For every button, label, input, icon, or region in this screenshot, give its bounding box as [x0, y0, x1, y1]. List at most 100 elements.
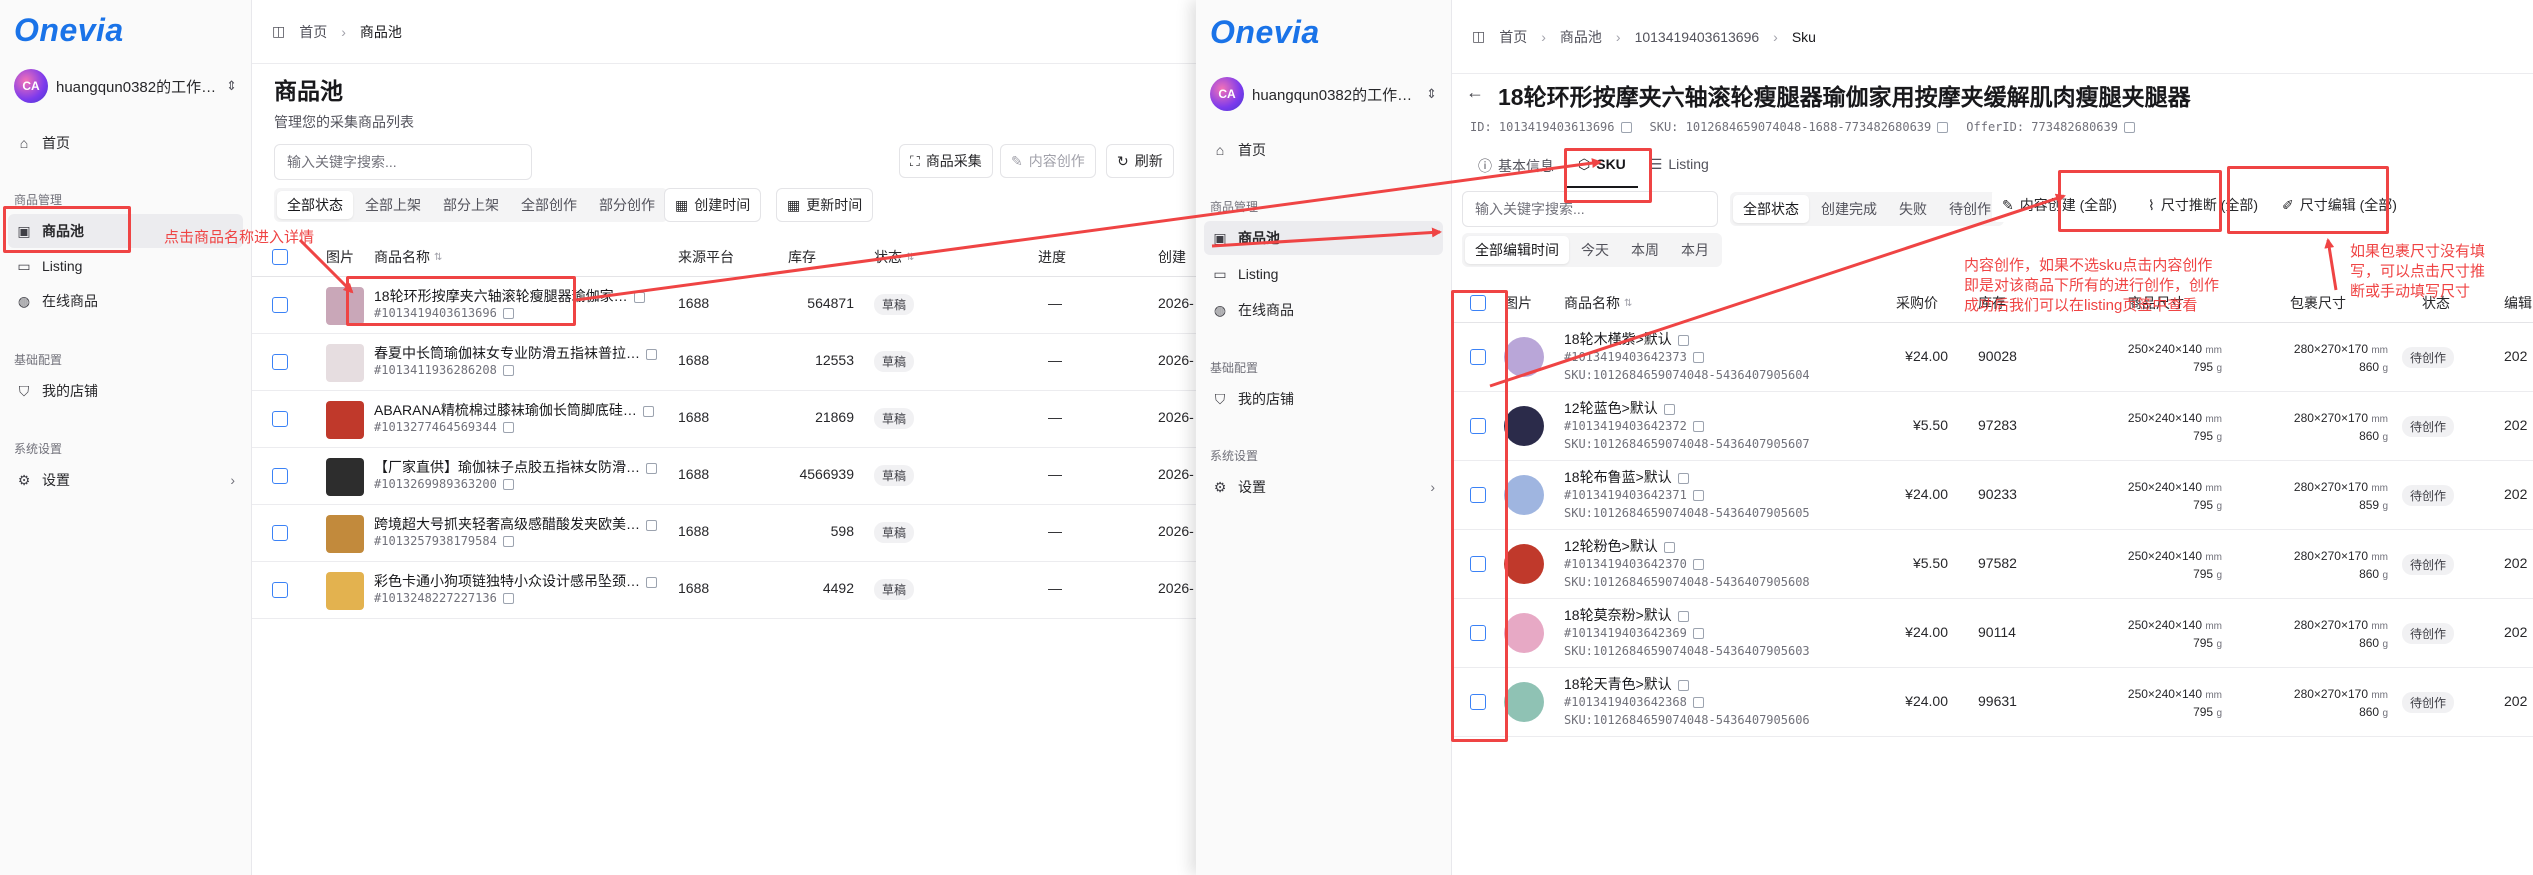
copy-icon[interactable]: [502, 422, 514, 433]
product-name-link[interactable]: 【厂家直供】瑜伽袜子点胶五指袜女防滑…: [374, 457, 662, 477]
search-input[interactable]: [274, 144, 532, 180]
breadcrumb-home[interactable]: 首页: [299, 22, 327, 42]
checkbox[interactable]: [272, 411, 288, 427]
created-time-filter[interactable]: ▦ 创建时间: [664, 188, 762, 222]
tab-this-week[interactable]: 本周: [1621, 236, 1669, 264]
copy-icon[interactable]: [1677, 610, 1689, 622]
tab-all-status[interactable]: 全部状态: [277, 191, 353, 219]
table-row[interactable]: 12轮粉色>默认 #1013419403642370 SKU:10126846590…: [1452, 530, 2533, 599]
collect-button[interactable]: ⛶ 商品采集: [899, 144, 993, 178]
copy-icon[interactable]: [1677, 334, 1689, 346]
content-create-button[interactable]: ✎ 内容创作: [1000, 144, 1096, 178]
tab-partial-created[interactable]: 部分创作: [589, 191, 665, 219]
tab-basic-info[interactable]: ⓘ 基本信息: [1466, 144, 1566, 188]
copy-icon[interactable]: [2123, 122, 2135, 133]
sidebar-item-my-store[interactable]: ⛉ 我的店铺: [1204, 382, 1443, 416]
row-checkbox[interactable]: [272, 582, 288, 598]
table-row[interactable]: 跨境超大号抓夹轻奢高级感醋酸发夹欧美… #1013257938179584 1688…: [252, 505, 1196, 562]
breadcrumb-product[interactable]: 1013419403613696: [1635, 29, 1760, 45]
product-name-link[interactable]: ABARANA精梳棉过膝袜瑜伽长筒脚底硅…: [374, 400, 662, 420]
table-row[interactable]: 12轮蓝色>默认 #1013419403642372 SKU:10126846590…: [1452, 392, 2533, 461]
copy-icon[interactable]: [633, 291, 645, 303]
table-row[interactable]: 18轮布鲁蓝>默认 #1013419403642371 SKU:1012684659…: [1452, 461, 2533, 530]
sidebar-item-home[interactable]: ⌂ 首页: [1204, 133, 1443, 167]
copy-icon[interactable]: [1663, 403, 1675, 415]
copy-icon[interactable]: [1692, 559, 1704, 570]
tab-all-time[interactable]: 全部编辑时间: [1465, 236, 1569, 264]
table-row[interactable]: 春夏中长筒瑜伽袜女专业防滑五指袜普拉… #1013411936286208 1688…: [252, 334, 1196, 391]
breadcrumb-pool[interactable]: 商品池: [1560, 27, 1602, 47]
sidebar-toggle-icon[interactable]: ◫: [272, 23, 285, 40]
updated-time-filter[interactable]: ▦ 更新时间: [776, 188, 874, 222]
table-row[interactable]: 18轮天青色>默认 #1013419403642368 SKU:1012684659…: [1452, 668, 2533, 737]
checkbox[interactable]: [272, 297, 288, 313]
tab-this-month[interactable]: 本月: [1671, 236, 1719, 264]
column-status[interactable]: 状态 ⇅: [874, 237, 914, 277]
table-row[interactable]: 18轮木槿紫>默认 #1013419403642373 SKU:1012684659…: [1452, 323, 2533, 392]
tab-all-status[interactable]: 全部状态: [1733, 195, 1809, 223]
sidebar-toggle-icon[interactable]: ◫: [1472, 28, 1485, 45]
copy-icon[interactable]: [1692, 421, 1704, 432]
sidebar-item-online[interactable]: ◍ 在线商品: [1204, 293, 1443, 327]
product-name-cell[interactable]: 【厂家直供】瑜伽袜子点胶五指袜女防滑… #1013269989363200: [374, 457, 662, 491]
copy-icon[interactable]: [1692, 628, 1704, 639]
copy-icon[interactable]: [1620, 122, 1632, 133]
copy-icon[interactable]: [642, 405, 654, 417]
product-name-link[interactable]: 春夏中长筒瑜伽袜女专业防滑五指袜普拉…: [374, 343, 662, 363]
row-checkbox[interactable]: [272, 525, 288, 541]
tab-failed[interactable]: 失败: [1889, 195, 1937, 223]
workspace-switcher[interactable]: CA huangqun0382的工作… ⇕: [1204, 74, 1443, 114]
checkbox[interactable]: [272, 468, 288, 484]
copy-icon[interactable]: [1677, 472, 1689, 484]
checkbox[interactable]: [272, 582, 288, 598]
workspace-switcher[interactable]: CA huangqun0382的工作… ⇕: [8, 66, 243, 106]
tab-all-listed[interactable]: 全部上架: [355, 191, 431, 219]
copy-icon[interactable]: [502, 479, 514, 490]
breadcrumb-home[interactable]: 首页: [1499, 27, 1527, 47]
copy-icon[interactable]: [1692, 697, 1704, 708]
sidebar-item-listing[interactable]: ▭ Listing: [8, 249, 243, 283]
copy-icon[interactable]: [646, 348, 657, 360]
row-checkbox[interactable]: [272, 468, 288, 484]
row-checkbox[interactable]: [272, 411, 288, 427]
checkbox[interactable]: [272, 525, 288, 541]
checkbox[interactable]: [272, 354, 288, 370]
product-name-cell[interactable]: 春夏中长筒瑜伽袜女专业防滑五指袜普拉… #1013411936286208: [374, 343, 662, 377]
sidebar-item-listing[interactable]: ▭ Listing: [1204, 257, 1443, 291]
product-name-link[interactable]: 彩色卡通小狗项链独特小众设计感吊坠颈…: [374, 571, 662, 591]
tab-partial-listed[interactable]: 部分上架: [433, 191, 509, 219]
copy-icon[interactable]: [1692, 490, 1704, 501]
sidebar-item-home[interactable]: ⌂ 首页: [8, 126, 243, 160]
copy-icon[interactable]: [1937, 122, 1949, 133]
column-name[interactable]: 商品名称 ⇅: [1564, 283, 1632, 323]
back-arrow-icon[interactable]: ←: [1466, 82, 1484, 103]
tab-today[interactable]: 今天: [1571, 236, 1619, 264]
copy-icon[interactable]: [502, 365, 514, 376]
table-row[interactable]: ABARANA精梳棉过膝袜瑜伽长筒脚底硅… #1013277464569344 16…: [252, 391, 1196, 448]
copy-icon[interactable]: [646, 576, 657, 588]
product-name-cell[interactable]: 跨境超大号抓夹轻奢高级感醋酸发夹欧美… #1013257938179584: [374, 514, 662, 548]
copy-icon[interactable]: [502, 536, 514, 547]
tab-created[interactable]: 创建完成: [1811, 195, 1887, 223]
product-name-link[interactable]: 跨境超大号抓夹轻奢高级感醋酸发夹欧美…: [374, 514, 662, 534]
row-checkbox[interactable]: [272, 297, 288, 313]
sidebar-item-online[interactable]: ◍ 在线商品: [8, 284, 243, 318]
copy-icon[interactable]: [502, 593, 514, 604]
copy-icon[interactable]: [1663, 541, 1675, 553]
sidebar-item-my-store[interactable]: ⛉ 我的店铺: [8, 374, 243, 408]
refresh-button[interactable]: ↻ 刷新: [1106, 144, 1174, 178]
table-row[interactable]: 彩色卡通小狗项链独特小众设计感吊坠颈… #1013248227227136 1688…: [252, 562, 1196, 619]
product-name-cell[interactable]: ABARANA精梳棉过膝袜瑜伽长筒脚底硅… #1013277464569344: [374, 400, 662, 434]
row-checkbox[interactable]: [272, 354, 288, 370]
checkbox[interactable]: [272, 249, 288, 265]
table-row[interactable]: 【厂家直供】瑜伽袜子点胶五指袜女防滑… #1013269989363200 1688…: [252, 448, 1196, 505]
column-name[interactable]: 商品名称 ⇅: [374, 237, 442, 277]
product-name-cell[interactable]: 彩色卡通小狗项链独特小众设计感吊坠颈… #1013248227227136: [374, 571, 662, 605]
sidebar-item-settings[interactable]: ⚙ 设置 ›: [8, 463, 243, 497]
copy-icon[interactable]: [646, 462, 657, 474]
tab-all-created[interactable]: 全部创作: [511, 191, 587, 219]
copy-icon[interactable]: [1692, 352, 1704, 363]
copy-icon[interactable]: [1677, 679, 1689, 691]
sidebar-item-product-pool[interactable]: ▣ 商品池: [1204, 221, 1443, 255]
table-row[interactable]: 18轮莫奈粉>默认 #1013419403642369 SKU:1012684659…: [1452, 599, 2533, 668]
